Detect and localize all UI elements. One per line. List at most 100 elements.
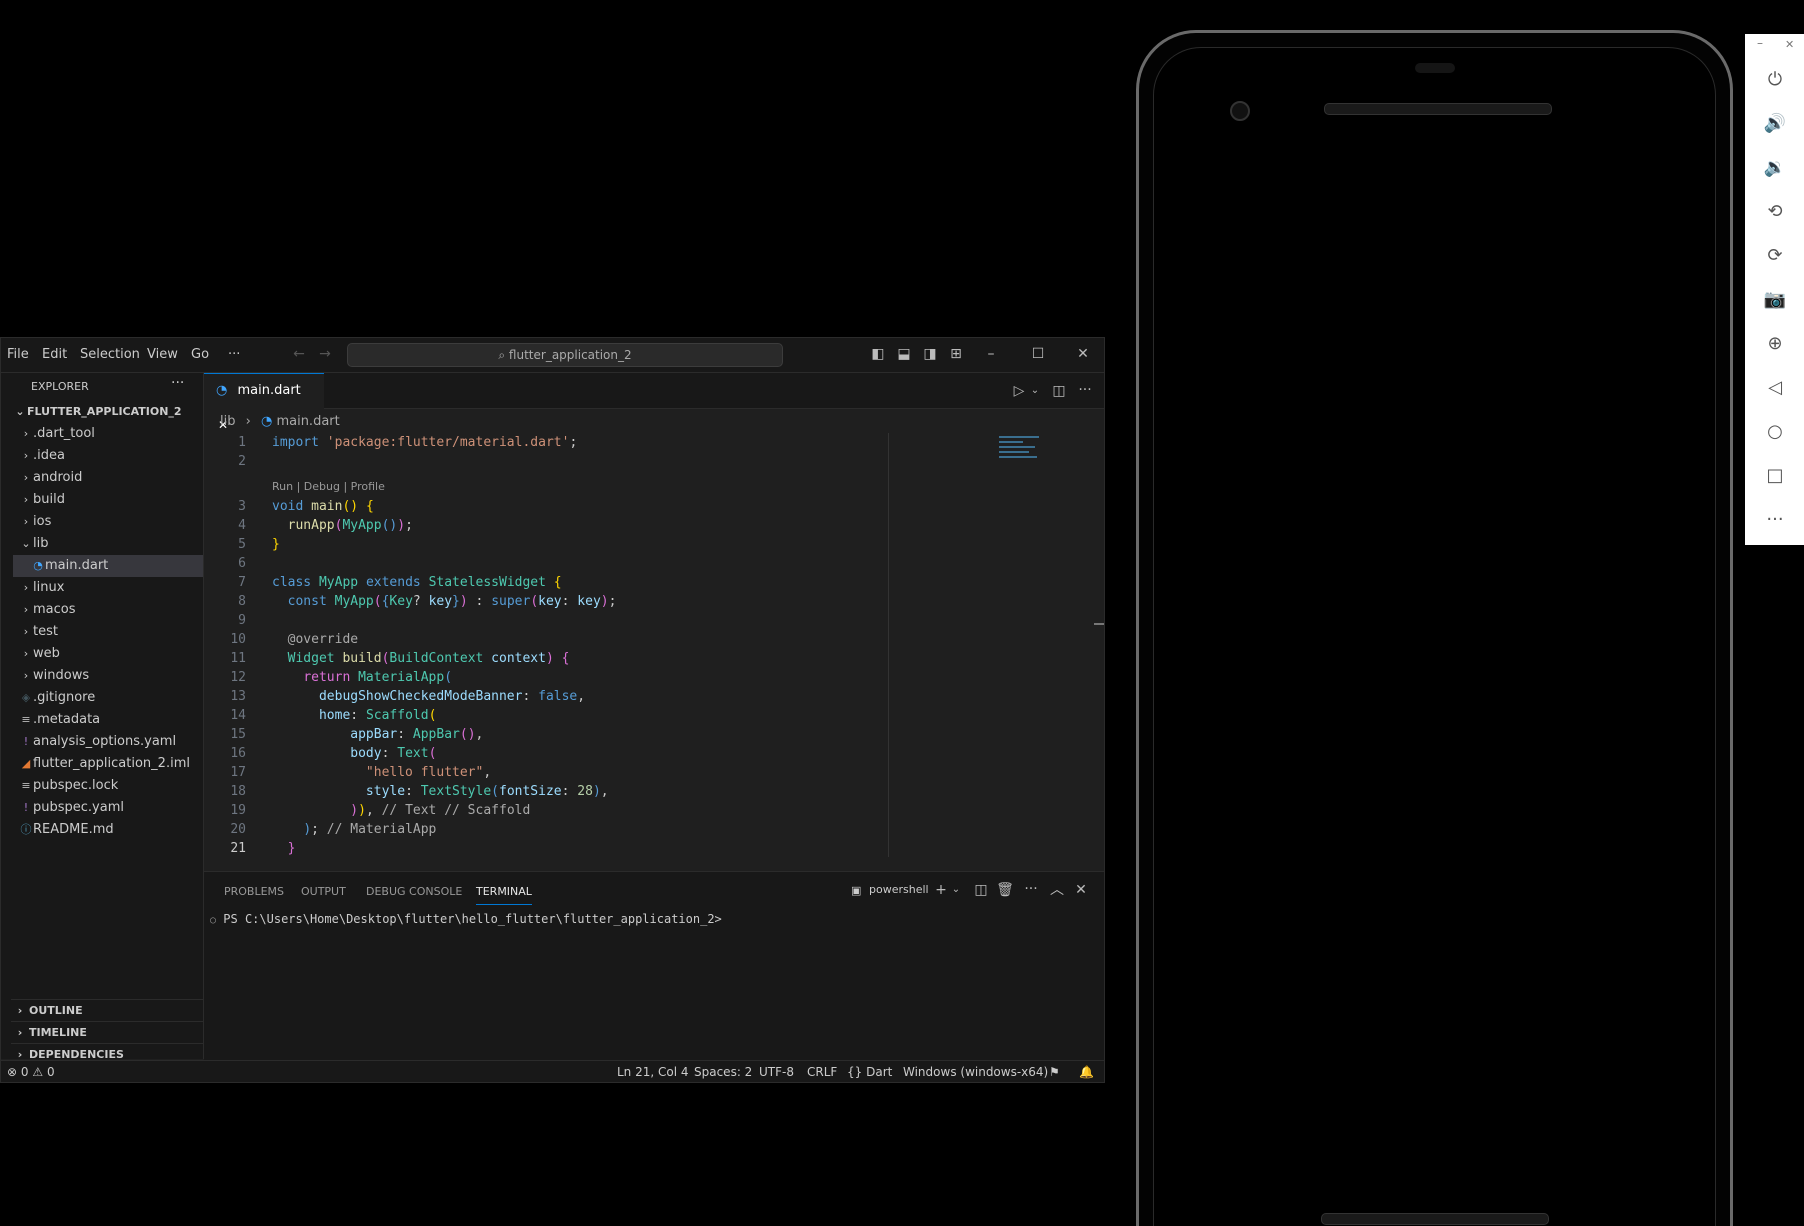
tree-item[interactable]: ⓘ README.md [13,819,203,841]
emulator-minimize-button[interactable]: – [1757,36,1763,50]
rotate-left-icon[interactable]: ⟲ [1763,200,1787,224]
project-root[interactable]: ⌄ FLUTTER_APPLICATION_2 [13,401,203,423]
maximize-panel-icon[interactable]: ︿ [1048,881,1066,899]
tree-item[interactable]: ≡ pubspec.lock [13,775,203,797]
tree-item[interactable]: › ios [13,511,203,533]
scrollbar-thumb[interactable] [1094,623,1104,625]
line-number: 11 [230,651,246,666]
back-arrow-icon[interactable]: ← [290,345,308,363]
tree-item[interactable]: › android [13,467,203,489]
rotate-right-icon[interactable]: ⟳ [1763,244,1787,268]
emulator-phone-frame [1136,30,1733,1226]
tree-item[interactable]: › macos [13,599,203,621]
device-platform[interactable]: Windows (windows-x64) [903,1061,1048,1082]
volume-up-icon[interactable]: 🔊 [1763,112,1787,136]
camera-icon[interactable]: 📷 [1763,288,1787,312]
minimap[interactable] [999,433,1045,477]
tab-terminal[interactable]: TERMINAL [476,880,532,905]
close-icon[interactable]: ✕ [1074,345,1092,363]
problems-indicator[interactable]: ⊗ 0 ⚠ 0 [7,1061,55,1082]
sensor-notch [1415,63,1455,73]
tree-item[interactable]: › web [13,643,203,665]
line-number: 19 [230,803,246,818]
split-editor-icon[interactable]: ◫ [1050,382,1068,400]
forward-arrow-icon[interactable]: → [316,345,334,363]
cursor-position[interactable]: Ln 21, Col 4 [617,1061,689,1082]
minimize-icon[interactable]: – [982,345,1000,363]
timeline-section[interactable]: › TIMELINE [11,1021,203,1044]
trash-icon[interactable]: 🗑 [996,881,1014,899]
encoding[interactable]: UTF-8 [759,1061,794,1082]
zoom-icon[interactable]: ⊕ [1763,332,1787,356]
tree-item[interactable]: › .dart_tool [13,423,203,445]
code-line-15: appBar: AppBar(), [350,727,484,742]
back-icon[interactable]: ◁ [1763,376,1787,400]
feedback-icon[interactable]: ⚑ [1049,1061,1060,1082]
codelens[interactable]: Run | Debug | Profile [272,480,385,493]
tree-item-label: pubspec.lock [33,778,119,793]
end-of-line[interactable]: CRLF [807,1061,837,1082]
indentation[interactable]: Spaces: 2 [694,1061,752,1082]
menu-go[interactable]: Go [191,338,209,372]
outline-section[interactable]: › OUTLINE [11,999,203,1022]
more-actions-icon[interactable]: ··· [1076,381,1094,399]
menu-selection[interactable]: Selection [80,338,140,372]
editor-area: ◔ main.dart ✕ ▷ ⌄ ◫ ··· lib › ◔ main.dar… [204,373,1104,1082]
terminal-output[interactable]: ○ PS C:\Users\Home\Desktop\flutter\hello… [210,912,722,926]
tab-problems[interactable]: PROBLEMS [224,880,284,904]
tree-item[interactable]: › windows [13,665,203,687]
chevron-down-icon[interactable]: ⌄ [947,881,965,899]
code-line-14: home: Scaffold( [318,708,437,723]
toggle-sidebar-icon[interactable]: ◧ [869,345,887,363]
shell-label[interactable]: powershell [869,883,929,896]
home-icon[interactable]: ○ [1763,420,1787,444]
tree-item[interactable]: › build [13,489,203,511]
earpiece-speaker [1324,103,1552,115]
menu-edit[interactable]: Edit [42,338,67,372]
customize-layout-icon[interactable]: ⊞ [947,345,965,363]
tree-item[interactable]: ! pubspec.yaml [13,797,203,819]
braces-icon: {} [847,1065,863,1079]
menu-view[interactable]: View [147,338,178,372]
tree-item[interactable]: ⌄ lib [13,533,203,555]
volume-down-icon[interactable]: 🔉 [1763,156,1787,180]
split-terminal-icon[interactable]: ◫ [972,881,990,899]
more-actions-icon[interactable]: ··· [1022,880,1040,898]
close-panel-icon[interactable]: ✕ [1072,881,1090,899]
chevron-down-icon[interactable]: ⌄ [1026,382,1044,400]
code-editor[interactable]: 1 2 3 4 5 6 7 8 9 10 11 12 13 14 15 16 17 18 19 20 21 import… [204,433,1104,863]
emulator-close-button[interactable]: ✕ [1785,38,1794,51]
tab-label: main.dart [237,383,301,398]
command-center-search[interactable]: ⌕ flutter_application_2 [347,343,783,367]
code-line-17: "hello flutter", [365,765,492,780]
tab-output[interactable]: OUTPUT [301,880,346,904]
code-line-10: @override [287,632,359,647]
tree-item[interactable]: ! analysis_options.yaml [13,731,203,753]
maximize-icon[interactable]: ☐ [1029,345,1047,363]
tree-item[interactable]: › test [13,621,203,643]
tree-item[interactable]: › .idea [13,445,203,467]
chevron-right-icon: › [23,625,29,638]
more-icon[interactable]: ··· [1763,508,1787,532]
menu-more[interactable]: ··· [228,338,240,372]
tab-debug-console[interactable]: DEBUG CONSOLE [366,880,462,904]
toggle-panel-icon[interactable]: ⬓ [895,345,913,363]
emulator-screen[interactable] [1153,47,1716,1226]
menu-file[interactable]: File [7,338,29,372]
tree-item[interactable]: ◢ flutter_application_2.iml [13,753,203,775]
tab-main-dart[interactable]: ◔ main.dart ✕ [204,373,324,432]
explorer-more-button[interactable]: ··· [171,375,184,391]
toggle-secondary-sidebar-icon[interactable]: ◨ [921,345,939,363]
breadcrumb-file[interactable]: main.dart [276,414,339,429]
tree-item[interactable]: ◈ .gitignore [13,687,203,709]
search-label: flutter_application_2 [508,348,632,362]
tree-item[interactable]: ≡ .metadata [13,709,203,731]
tree-item[interactable]: ◔ main.dart [13,555,203,577]
power-icon[interactable]: ⏻ [1763,68,1787,92]
line-number: 4 [238,518,246,533]
overview-icon[interactable]: □ [1763,464,1787,488]
language-mode[interactable]: {} Dart [847,1061,892,1082]
tree-item[interactable]: › linux [13,577,203,599]
bell-icon[interactable]: 🔔 [1079,1061,1094,1082]
breadcrumb-folder[interactable]: lib [220,414,235,429]
